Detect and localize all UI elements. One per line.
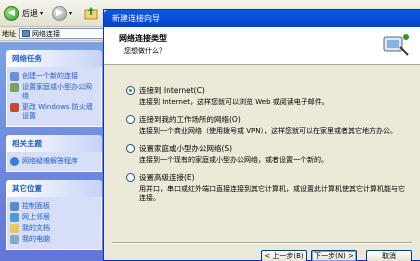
- forward-button[interactable]: ▶ ▾: [52, 5, 72, 21]
- option-advanced-connection[interactable]: 设置高级连接(E) 用并口，串口或红外端口直接连接到其它计算机，或设置此计算机使…: [126, 172, 411, 203]
- network-wizard-icon: [383, 34, 409, 56]
- task-label: 更改 Windows 防火墙设置: [22, 103, 93, 120]
- back-label: 后退: [22, 8, 38, 18]
- place-label: 控制面板: [22, 202, 50, 210]
- next-step-button[interactable]: 下一步(N) >: [311, 250, 357, 261]
- forward-arrow-icon: ▶: [52, 5, 67, 21]
- task-create-connection[interactable]: 创建一个新的连接: [10, 72, 98, 81]
- address-label: 地址: [2, 29, 16, 38]
- wizard-separator: [112, 242, 412, 244]
- cancel-button[interactable]: 取消: [366, 250, 412, 261]
- see-also-panel: 相关主题 网络疑难解答程序: [6, 135, 102, 172]
- option-connect-workplace[interactable]: 连接到我的工作场所的网络(O) 连接到一个商业网络（使用拨号或 VPN），这样您…: [126, 114, 411, 136]
- task-label: 网络疑难解答程序: [22, 157, 78, 165]
- up-folder-button[interactable]: [84, 5, 98, 21]
- radio-home-network[interactable]: [126, 144, 135, 153]
- home-network-icon: [10, 83, 19, 92]
- place-label: 我的文档: [22, 224, 50, 232]
- forward-dropdown-icon[interactable]: ▾: [69, 10, 72, 17]
- wizard-title: 新建连接向导: [112, 14, 160, 23]
- new-connection-wizard: 新建连接向导 网络连接类型 您想做什么？ 连接到 Internet(C) 连接到…: [103, 9, 420, 261]
- help-icon: [10, 157, 19, 166]
- firewall-icon: [10, 103, 19, 112]
- back-step-button[interactable]: < 上一步(B): [261, 250, 307, 261]
- task-label: 创建一个新的连接: [22, 72, 78, 80]
- see-also-body: 网络疑难解答程序: [6, 152, 102, 172]
- new-connection-icon: [10, 72, 19, 81]
- option-label[interactable]: 设置高级连接(E): [139, 172, 195, 183]
- network-tasks-body: 创建一个新的连接 设置家庭或小型办公网络 更改 Windows 防火墙设置: [6, 67, 102, 127]
- task-pane: 网络任务 创建一个新的连接 设置家庭或小型办公网络 更改 Windows 防火墙…: [0, 42, 108, 261]
- other-places-header[interactable]: 其它位置: [6, 180, 102, 197]
- wizard-header-subtitle: 您想做什么？: [124, 47, 166, 55]
- option-description: 连接到一个商业网络（使用拨号或 VPN），这样您就可以在家里或者其它地方办公。: [139, 127, 397, 135]
- place-my-computer[interactable]: 我的电脑: [10, 235, 98, 244]
- back-dropdown-icon[interactable]: ▾: [40, 10, 43, 17]
- radio-connect-workplace[interactable]: [126, 115, 135, 124]
- up-folder-icon: [84, 7, 98, 20]
- radio-advanced-connection[interactable]: [126, 173, 135, 182]
- place-label: 网上邻居: [22, 213, 50, 221]
- option-label[interactable]: 连接到我的工作场所的网络(O): [139, 114, 241, 125]
- task-firewall-settings[interactable]: 更改 Windows 防火墙设置: [10, 103, 98, 121]
- radio-connect-internet[interactable]: [126, 86, 135, 95]
- see-also-header[interactable]: 相关主题: [6, 135, 102, 152]
- network-connections-icon: [22, 30, 30, 37]
- place-my-documents[interactable]: 我的文档: [10, 224, 98, 233]
- address-value: 网络连接: [32, 29, 60, 38]
- task-setup-home-network[interactable]: 设置家庭或小型办公网络: [10, 83, 98, 101]
- place-control-panel[interactable]: 控制面板: [10, 202, 98, 211]
- wizard-header: 网络连接类型 您想做什么？: [104, 27, 420, 65]
- other-places-body: 控制面板 网上邻居 我的文档 我的电脑: [6, 197, 102, 250]
- option-connect-internet[interactable]: 连接到 Internet(C) 连接到 Internet，这样您就可以浏览 We…: [126, 85, 411, 107]
- back-arrow-icon: ◀: [4, 5, 19, 21]
- address-bar: 地址 网络连接: [0, 27, 108, 41]
- place-network-neighborhood[interactable]: 网上邻居: [10, 213, 98, 222]
- task-label: 设置家庭或小型办公网络: [22, 83, 92, 100]
- option-description: 连接到一个现有的家庭或小型办公网络，或者设置一个新的。: [139, 156, 328, 164]
- wizard-header-title: 网络连接类型: [119, 34, 167, 43]
- other-places-panel: 其它位置 控制面板 网上邻居 我的文档 我的电脑: [6, 180, 102, 250]
- computer-icon: [10, 235, 19, 244]
- back-button[interactable]: ◀ 后退 ▾: [4, 5, 43, 21]
- control-panel-icon: [10, 202, 19, 211]
- network-places-icon: [10, 213, 19, 222]
- network-tasks-header[interactable]: 网络任务: [6, 50, 102, 67]
- connection-type-options: 连接到 Internet(C) 连接到 Internet，这样您就可以浏览 We…: [126, 85, 411, 210]
- option-label[interactable]: 设置家庭或小型办公网络(S): [139, 143, 232, 154]
- option-description: 用并口，串口或红外端口直接连接到其它计算机，或设置此计算机使其它计算机能与它连接…: [139, 185, 405, 202]
- option-label[interactable]: 连接到 Internet(C): [139, 85, 205, 96]
- address-input[interactable]: 网络连接: [19, 28, 108, 39]
- documents-folder-icon: [10, 224, 19, 233]
- network-tasks-panel: 网络任务 创建一个新的连接 设置家庭或小型办公网络 更改 Windows 防火墙…: [6, 50, 102, 127]
- task-troubleshooter[interactable]: 网络疑难解答程序: [10, 157, 98, 166]
- wizard-title-bar[interactable]: 新建连接向导: [104, 10, 420, 27]
- place-label: 我的电脑: [22, 235, 50, 243]
- option-home-network[interactable]: 设置家庭或小型办公网络(S) 连接到一个现有的家庭或小型办公网络，或者设置一个新…: [126, 143, 411, 165]
- option-description: 连接到 Internet，这样您就可以浏览 Web 或阅读电子邮件。: [139, 98, 329, 106]
